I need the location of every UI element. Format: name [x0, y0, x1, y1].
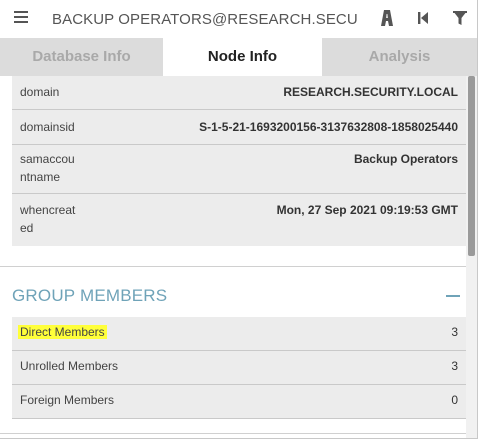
vertical-scrollbar[interactable]	[466, 76, 477, 438]
count-value: 0	[451, 393, 458, 407]
count-value: 3	[451, 325, 458, 339]
direct-members-row[interactable]: Direct Members 3	[12, 317, 466, 351]
group-members-list: Direct Members 3 Unrolled Members 3 Fore…	[12, 317, 466, 419]
property-row: domain RESEARCH.SECURITY.LOCAL	[12, 76, 466, 110]
tab-node-info[interactable]: Node Info	[163, 38, 322, 76]
property-row: samaccou ntname Backup Operators	[12, 145, 466, 194]
collapse-icon[interactable]	[446, 295, 460, 297]
back-icon[interactable]	[413, 8, 433, 28]
property-key: whencreat ed	[20, 203, 76, 235]
properties-table: domain RESEARCH.SECURITY.LOCAL domainsid…	[12, 76, 466, 246]
tab-analysis[interactable]: Analysis	[322, 38, 477, 76]
property-key: domainsid	[20, 120, 75, 134]
property-row: domainsid S-1-5-21-1693200156-3137632808…	[12, 110, 466, 145]
group-members-heading: GROUP MEMBERS	[12, 286, 168, 305]
node-properties-content[interactable]: domain RESEARCH.SECURITY.LOCAL domainsid…	[0, 76, 477, 438]
count-label: Unrolled Members	[20, 359, 119, 373]
unrolled-members-row[interactable]: Unrolled Members 3	[12, 351, 466, 385]
count-label: Foreign Members	[20, 393, 115, 407]
property-row: whencreat ed Mon, 27 Sep 2021 09:19:53 G…	[12, 194, 466, 246]
menu-icon[interactable]	[14, 11, 28, 25]
tab-bar: Database Info Node Info Analysis	[0, 38, 477, 76]
property-key: domain	[20, 85, 60, 99]
property-value: RESEARCH.SECURITY.LOCAL	[283, 85, 458, 99]
property-value: S-1-5-21-1693200156-3137632808-185802544…	[199, 120, 458, 134]
pathfinding-icon[interactable]	[377, 8, 397, 28]
count-label: Direct Members	[18, 325, 107, 339]
tab-database-info[interactable]: Database Info	[0, 38, 163, 76]
property-key: samaccou ntname	[20, 152, 75, 184]
property-value: Backup Operators	[353, 152, 458, 166]
search-title[interactable]: BACKUP OPERATORS@RESEARCH.SECURITY.LOCAL	[52, 11, 357, 28]
scrollbar-thumb[interactable]	[468, 76, 475, 256]
section-divider	[0, 433, 466, 434]
foreign-members-row[interactable]: Foreign Members 0	[12, 385, 466, 419]
section-divider	[0, 266, 466, 267]
node-info-panel: BACKUP OPERATORS@RESEARCH.SECURITY.LOCAL…	[0, 0, 478, 439]
property-value: Mon, 27 Sep 2021 09:19:53 GMT	[276, 203, 458, 217]
filter-icon[interactable]	[450, 8, 470, 28]
count-value: 3	[451, 359, 458, 373]
panel-header: BACKUP OPERATORS@RESEARCH.SECURITY.LOCAL	[0, 0, 477, 38]
